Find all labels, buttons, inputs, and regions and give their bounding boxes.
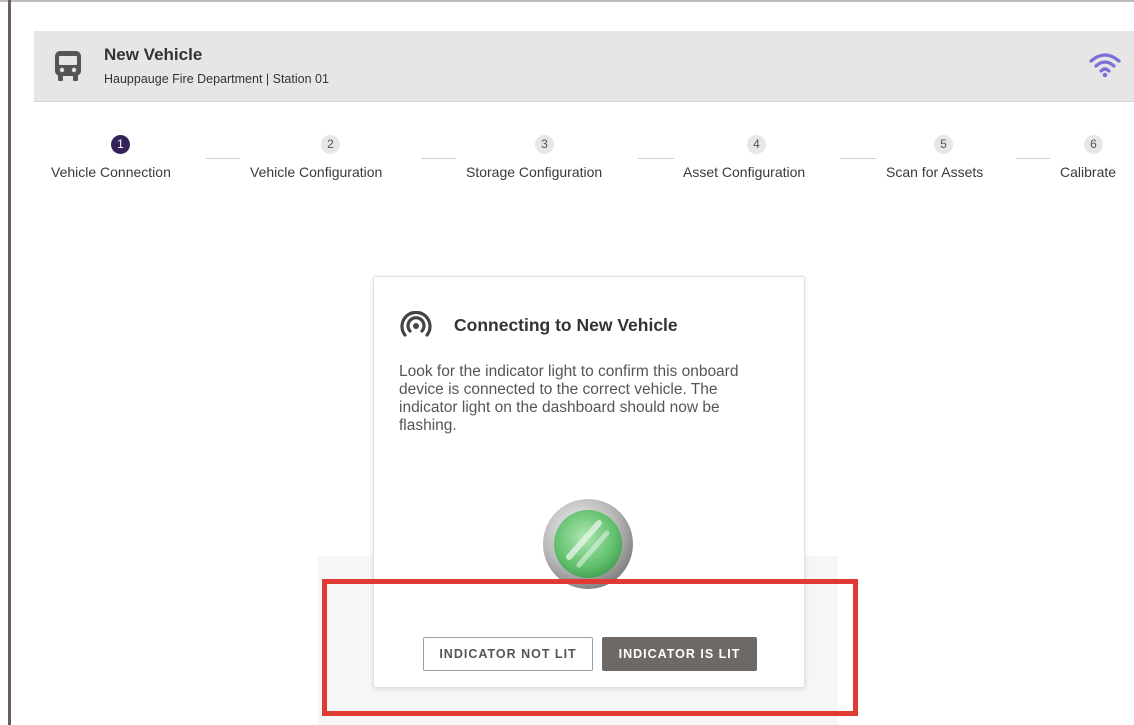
step-5-number: 5 bbox=[934, 135, 953, 154]
top-divider bbox=[0, 0, 1134, 2]
step-connector bbox=[840, 158, 876, 159]
step-2-label[interactable]: Vehicle Configuration bbox=[250, 164, 382, 180]
signal-broadcast-icon bbox=[400, 311, 432, 337]
step-connector bbox=[206, 158, 240, 159]
step-3-label[interactable]: Storage Configuration bbox=[466, 164, 602, 180]
step-2-number: 2 bbox=[321, 135, 340, 154]
card-title: Connecting to New Vehicle bbox=[454, 315, 678, 335]
highlight-annotation-box bbox=[322, 579, 858, 716]
step-6-number: 6 bbox=[1084, 135, 1103, 154]
step-1-label[interactable]: Vehicle Connection bbox=[51, 164, 171, 180]
vehicle-subtitle: Hauppauge Fire Department | Station 01 bbox=[104, 72, 329, 86]
step-3-number: 3 bbox=[535, 135, 554, 154]
step-connector bbox=[638, 158, 674, 159]
wifi-icon[interactable] bbox=[1088, 50, 1122, 80]
step-connector bbox=[421, 158, 456, 159]
step-6-label[interactable]: Calibrate bbox=[1060, 164, 1116, 180]
bus-icon bbox=[55, 51, 81, 81]
vehicle-header: New Vehicle Hauppauge Fire Department | … bbox=[34, 31, 1134, 102]
card-instructions: Look for the indicator light to confirm … bbox=[399, 363, 739, 434]
step-4-label[interactable]: Asset Configuration bbox=[683, 164, 805, 180]
left-divider bbox=[8, 0, 11, 725]
vehicle-title: New Vehicle bbox=[104, 45, 203, 64]
step-5-label[interactable]: Scan for Assets bbox=[886, 164, 983, 180]
step-4-number: 4 bbox=[747, 135, 766, 154]
step-connector bbox=[1016, 158, 1050, 159]
step-1-number: 1 bbox=[111, 135, 130, 154]
